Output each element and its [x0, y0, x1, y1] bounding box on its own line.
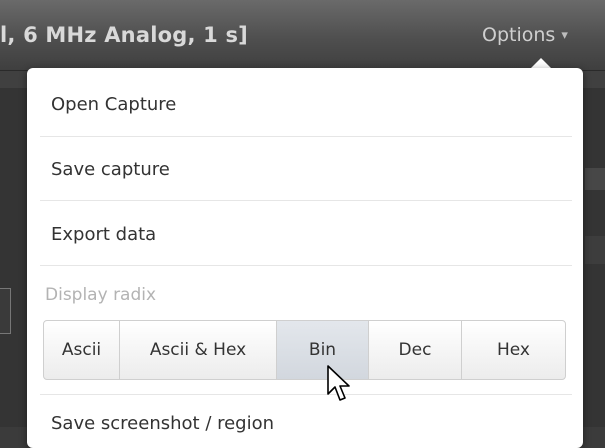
options-dropdown-menu: Open Capture Save capture Export data Di…: [27, 68, 583, 448]
radix-option-hex[interactable]: Hex: [462, 321, 565, 379]
radix-option-dec[interactable]: Dec: [369, 321, 462, 379]
background-control-edge: [0, 288, 11, 334]
chevron-down-icon: ▾: [561, 28, 568, 43]
options-menu-button[interactable]: Options ▾: [482, 20, 568, 50]
capture-header: l, 6 MHz Analog, 1 s] Options ▾: [0, 0, 605, 71]
background-panel-edge: [585, 236, 605, 264]
menu-item-open-capture[interactable]: Open Capture: [51, 73, 561, 137]
options-label: Options: [482, 24, 556, 46]
radix-option-ascii-hex[interactable]: Ascii & Hex: [120, 321, 277, 379]
menu-item-save-capture[interactable]: Save capture: [51, 138, 561, 202]
menu-item-export-data[interactable]: Export data: [51, 203, 561, 267]
display-radix-segmented-control: Ascii Ascii & Hex Bin Dec Hex: [43, 320, 566, 380]
menu-divider: [40, 265, 572, 266]
radix-option-bin[interactable]: Bin: [277, 321, 369, 379]
menu-divider: [40, 200, 572, 201]
background-panel-edge: [585, 168, 605, 190]
menu-item-save-screenshot[interactable]: Save screenshot / region: [51, 412, 274, 436]
radix-option-ascii[interactable]: Ascii: [44, 321, 120, 379]
menu-divider: [40, 136, 572, 137]
mouse-pointer-icon: [326, 364, 350, 404]
menu-divider: [40, 394, 572, 395]
capture-title: l, 6 MHz Analog, 1 s]: [0, 23, 248, 47]
display-radix-label: Display radix: [45, 285, 157, 305]
